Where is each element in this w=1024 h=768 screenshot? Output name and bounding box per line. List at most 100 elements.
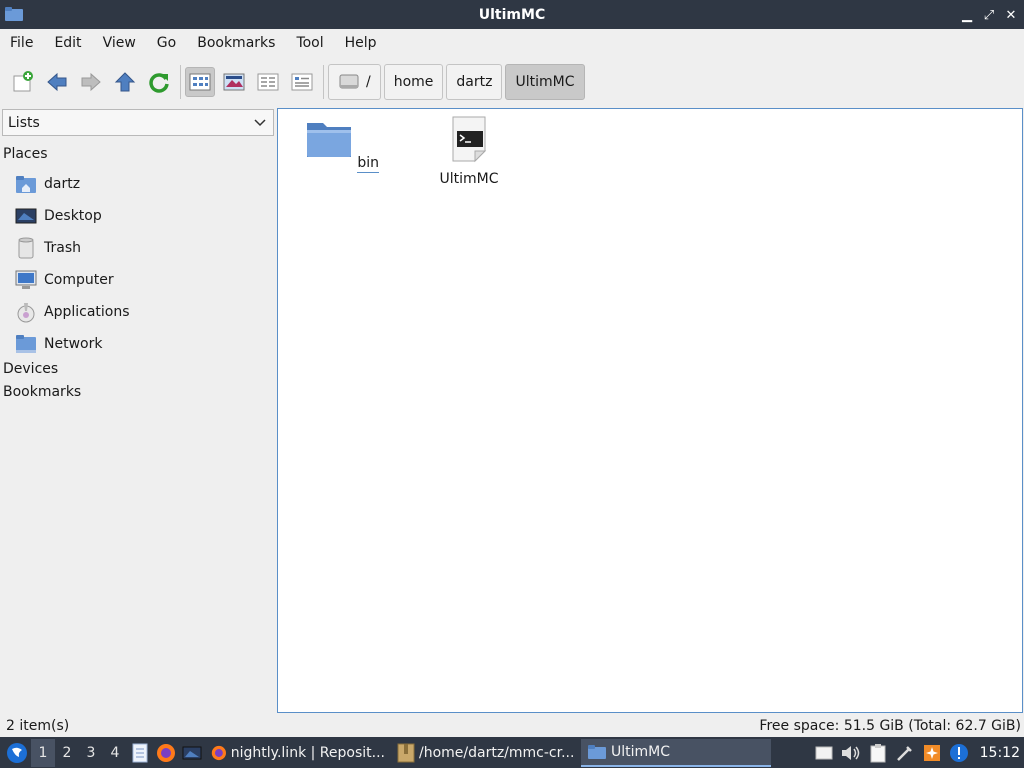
menu-go[interactable]: Go	[157, 35, 186, 51]
network-wired-icon	[896, 745, 912, 761]
tray-notification[interactable]	[947, 741, 971, 765]
file-item-bin[interactable]: bin	[294, 115, 390, 173]
sidebar-item-computer[interactable]: Computer	[15, 268, 114, 292]
menu-view[interactable]: View	[103, 35, 146, 51]
tray-disk[interactable]	[812, 741, 836, 765]
firefox-icon	[211, 745, 226, 760]
new-tab-icon	[13, 71, 33, 92]
up-button[interactable]	[110, 67, 140, 97]
sidebar-item-applications[interactable]: Applications	[15, 300, 130, 324]
sidebar-mode-label: Lists	[8, 114, 40, 131]
sidebar-item-network[interactable]: Network	[15, 332, 102, 356]
sidebar-item-label: Network	[44, 336, 103, 352]
tray-update[interactable]	[920, 741, 944, 765]
task-firefox[interactable]: nightly.link | Reposit...	[205, 739, 391, 767]
path-ultimmc-button[interactable]: UltimMC	[505, 64, 585, 100]
folder-icon	[588, 744, 606, 759]
compact-view-icon	[257, 73, 279, 91]
window-title: UltimMC	[478, 6, 546, 23]
sidebar-mode-select[interactable]: Lists	[2, 109, 274, 136]
task-label: UltimMC	[611, 743, 671, 760]
back-icon	[47, 72, 67, 92]
free-space: Free space: 51.5 GiB (Total: 62.7 GiB)	[759, 718, 1021, 734]
workspace-2[interactable]: 2	[55, 739, 79, 767]
sidebar-item-trash[interactable]: Trash	[15, 236, 81, 260]
menu-edit[interactable]: Edit	[54, 35, 91, 51]
info-alert-icon	[949, 743, 968, 762]
sidebar-item-label: Desktop	[44, 208, 102, 224]
firefox-icon	[157, 743, 175, 762]
places-header[interactable]: Places	[3, 146, 48, 162]
path-root-button[interactable]: /	[328, 64, 381, 100]
desktop-icon	[15, 208, 37, 224]
workspace-3[interactable]: 3	[79, 739, 103, 767]
thumbnail-view-icon	[223, 73, 245, 91]
computer-icon	[15, 270, 37, 289]
menu-file[interactable]: File	[10, 35, 43, 51]
archive-icon	[397, 743, 415, 762]
applications-icon	[17, 303, 35, 323]
sidebar-item-dartz[interactable]: dartz	[15, 172, 80, 196]
tray-clipboard[interactable]	[866, 741, 890, 765]
task-label: nightly.link | Reposit...	[230, 744, 385, 761]
item-count: 2 item(s)	[6, 718, 70, 734]
system-tray: 15:12	[812, 737, 1024, 768]
icon-view-button[interactable]	[185, 67, 215, 97]
tray-network[interactable]	[893, 741, 917, 765]
sidebar-item-label: dartz	[44, 176, 81, 192]
workspace-1[interactable]: 1	[31, 738, 55, 767]
text-editor-icon	[132, 743, 148, 762]
bookmarks-header[interactable]: Bookmarks	[3, 384, 81, 400]
menu-bar: File Edit View Go Bookmarks Tool Help	[0, 29, 1024, 57]
network-icon	[16, 335, 36, 353]
file-name: bin	[357, 155, 380, 173]
folder-icon	[306, 123, 351, 157]
minimize-button[interactable]: ▁	[958, 6, 976, 24]
maximize-button[interactable]: ⤢	[980, 6, 998, 24]
menu-help[interactable]: Help	[345, 35, 387, 51]
quicklaunch-desktop[interactable]	[179, 739, 205, 767]
task-label: /home/dartz/mmc-cr...	[419, 744, 575, 761]
forward-button[interactable]	[76, 67, 106, 97]
start-menu-button[interactable]	[3, 739, 31, 767]
toolbar-separator	[180, 65, 181, 99]
workspace-4[interactable]: 4	[103, 739, 127, 767]
back-button[interactable]	[42, 67, 72, 97]
up-icon	[114, 72, 136, 92]
task-archive[interactable]: /home/dartz/mmc-cr...	[391, 739, 581, 767]
reload-icon	[149, 73, 169, 93]
new-tab-button[interactable]	[8, 67, 38, 97]
icon-view-icon	[189, 73, 211, 91]
detailed-view-button[interactable]	[287, 67, 317, 97]
menu-tool[interactable]: Tool	[296, 35, 333, 51]
toolbar: / home dartz UltimMC	[0, 60, 1024, 104]
file-item-ultimmc[interactable]: UltimMC	[421, 115, 517, 187]
menu-bookmarks[interactable]: Bookmarks	[197, 35, 285, 51]
clock[interactable]: 15:12	[980, 745, 1020, 761]
sidebar-item-label: Applications	[44, 304, 130, 320]
sidebar-item-desktop[interactable]: Desktop	[15, 204, 102, 228]
forward-icon	[81, 72, 101, 92]
path-dartz-button[interactable]: dartz	[446, 64, 503, 100]
close-button[interactable]: ✕	[1002, 6, 1020, 24]
quicklaunch-notes[interactable]	[127, 739, 153, 767]
toolbar-separator	[323, 65, 324, 99]
detailed-view-icon	[291, 73, 313, 91]
show-desktop-icon	[182, 746, 202, 759]
path-home-button[interactable]: home	[383, 64, 444, 100]
thumbnail-view-button[interactable]	[219, 67, 249, 97]
trash-icon	[18, 237, 34, 259]
volume-icon	[841, 745, 859, 760]
file-view[interactable]: bin UltimMC	[277, 108, 1023, 713]
tray-volume[interactable]	[839, 741, 863, 765]
status-bar: 2 item(s) Free space: 51.5 GiB (Total: 6…	[0, 715, 1024, 737]
drive-icon	[339, 74, 359, 89]
task-ultimmc[interactable]: UltimMC	[581, 738, 771, 767]
compact-view-button[interactable]	[253, 67, 283, 97]
home-folder-icon	[16, 176, 36, 193]
quicklaunch-firefox[interactable]	[153, 739, 179, 767]
devices-header[interactable]: Devices	[3, 361, 58, 377]
taskbar: 1 2 3 4 nightly.link | Reposit... /home/…	[0, 737, 1024, 768]
reload-button[interactable]	[144, 67, 174, 97]
sidebar-item-label: Trash	[44, 240, 81, 256]
